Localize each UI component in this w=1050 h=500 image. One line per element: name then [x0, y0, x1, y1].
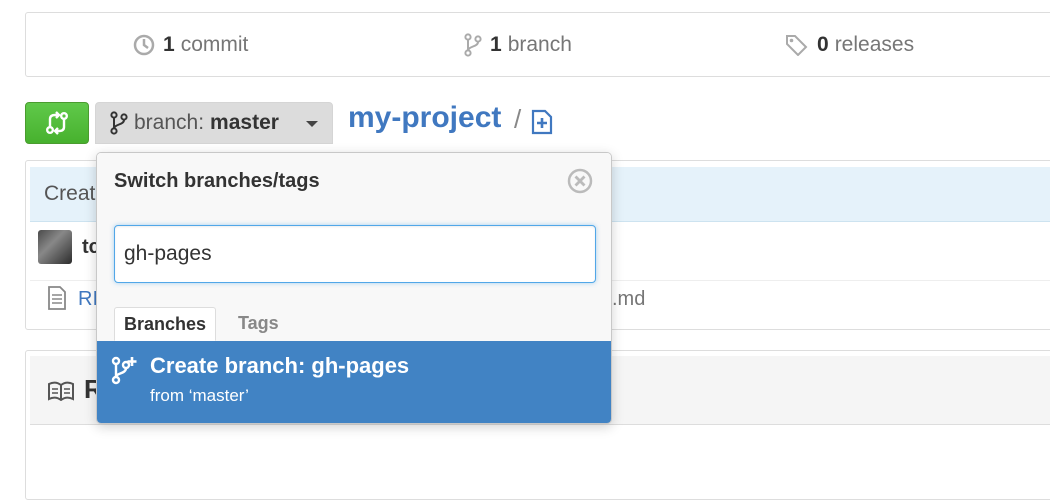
new-file-icon[interactable]: [530, 109, 554, 140]
compare-button[interactable]: [25, 102, 89, 144]
current-branch-name: master: [210, 111, 279, 134]
branch-selector-button[interactable]: branch: master: [95, 102, 333, 144]
repo-stats-bar: 1 commit 1 branch 0 releases: [25, 12, 1050, 77]
releases-stat[interactable]: 0 releases: [785, 33, 914, 57]
commit-icon: [133, 34, 155, 56]
releases-count: 0: [817, 33, 829, 56]
commits-label: commit: [180, 33, 249, 56]
dropdown-title: Switch branches/tags: [114, 170, 320, 192]
file-link[interactable]: RI: [78, 288, 98, 311]
branch-filter-input[interactable]: [114, 225, 596, 283]
commits-stat[interactable]: 1 commit: [133, 33, 248, 57]
create-branch-source: from ‘master’: [150, 386, 249, 405]
branch-icon: [464, 33, 482, 57]
repo-name-link[interactable]: my-project: [348, 101, 501, 135]
branch-switcher-dropdown: Switch branches/tags Branches Tags Creat…: [96, 152, 612, 424]
path-separator: /: [514, 104, 522, 134]
commits-count: 1: [163, 33, 175, 56]
create-branch-item[interactable]: Create branch: gh-pages from ‘master’: [97, 341, 611, 423]
dropdown-header: Switch branches/tags: [97, 153, 611, 210]
file-commit-message: .md: [612, 288, 646, 310]
compare-icon: [46, 111, 69, 135]
file-icon: [47, 286, 67, 315]
book-icon: [47, 381, 75, 406]
branches-count: 1: [490, 33, 502, 56]
avatar[interactable]: [38, 230, 72, 264]
create-branch-label: Create branch: gh-pages: [150, 353, 410, 378]
chevron-down-icon: [306, 121, 318, 127]
releases-label: releases: [834, 33, 915, 56]
branches-stat[interactable]: 1 branch: [464, 33, 572, 57]
filter-area: [97, 209, 611, 295]
create-branch-icon: [111, 355, 139, 390]
branch-icon: [110, 111, 128, 135]
commit-message[interactable]: Creat: [44, 182, 95, 206]
tag-icon: [786, 35, 808, 56]
close-icon[interactable]: [567, 168, 593, 199]
tab-branches[interactable]: Branches: [114, 307, 217, 341]
branches-label: branch: [507, 33, 572, 56]
dropdown-tabs: Branches Tags: [97, 295, 611, 342]
branch-prefix: branch:: [134, 111, 205, 134]
tab-tags[interactable]: Tags: [229, 307, 288, 341]
